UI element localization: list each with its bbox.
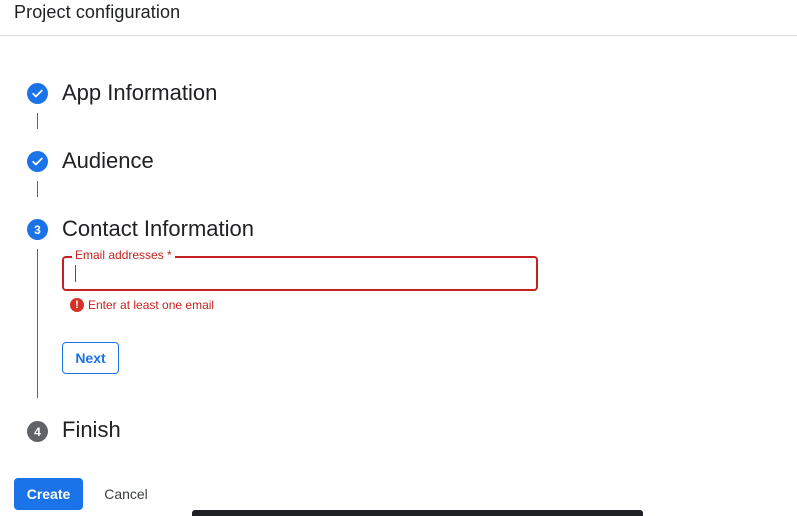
- step-label-finish: Finish: [62, 417, 121, 442]
- email-error-message: ! Enter at least one email: [70, 298, 214, 312]
- page-header: Project configuration: [0, 0, 797, 36]
- email-input[interactable]: [74, 264, 524, 284]
- step-connector: [37, 249, 38, 398]
- step-3-number-icon: 3: [27, 219, 48, 240]
- cancel-button[interactable]: Cancel: [94, 478, 158, 510]
- step-connector: [37, 181, 38, 197]
- email-field-label: Email addresses *: [72, 248, 175, 262]
- step-label-audience[interactable]: Audience: [62, 148, 154, 174]
- step-label-contact-information: Contact Information: [62, 216, 254, 241]
- next-button[interactable]: Next: [62, 342, 119, 374]
- bottom-overlay-bar: [192, 510, 643, 516]
- step-connector: [37, 113, 38, 129]
- text-caret: [75, 265, 76, 282]
- step-label-app-information[interactable]: App Information: [62, 80, 217, 106]
- project-configuration-page: Project configuration App Information Au…: [0, 0, 797, 516]
- email-field[interactable]: Email addresses *: [62, 248, 538, 291]
- step-4-number-icon: 4: [27, 421, 48, 442]
- create-button[interactable]: Create: [14, 478, 83, 510]
- error-icon: !: [70, 298, 84, 312]
- page-title: Project configuration: [14, 2, 181, 22]
- step-number: 3: [34, 222, 41, 237]
- step-1-check-icon: [27, 83, 48, 104]
- step-number: 4: [34, 424, 41, 439]
- step-2-check-icon: [27, 151, 48, 172]
- error-text: Enter at least one email: [88, 298, 215, 312]
